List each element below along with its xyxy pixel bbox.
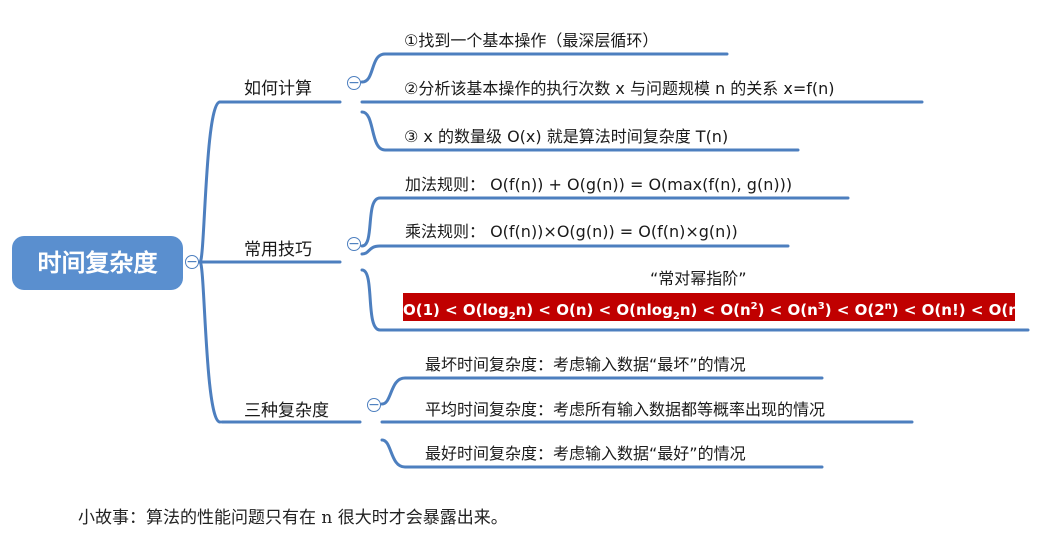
connector-root-calc	[198, 100, 222, 264]
worst-case[interactable]: 最坏时间复杂度：考虑输入数据“最坏”的情况	[425, 351, 746, 375]
order-sub: 2	[672, 311, 680, 322]
collapse-tips-icon[interactable]: −	[347, 237, 361, 251]
order-part: n) < O(n	[679, 301, 751, 319]
branch-three-complexities[interactable]: 三种复杂度	[244, 396, 329, 421]
multiplication-rule[interactable]: 乘法规则： O(f(n))×O(g(n)) = O(f(n)×g(n))	[405, 218, 738, 242]
story-note: 小故事：算法的性能问题只有在 n 很大时才会暴露出来。	[78, 508, 508, 528]
best-case[interactable]: 最好时间复杂度：考虑输入数据“最好”的情况	[425, 440, 746, 464]
complexity-order-highlight[interactable]: O(1) < O(log2n) < O(n) < O(nlog2n) < O(n…	[403, 293, 1033, 322]
branch-common-tips[interactable]: 常用技巧	[244, 235, 312, 260]
order-part: ) < O(n!) < O(n	[891, 301, 1019, 319]
order-part: O(1) < O(log	[403, 301, 509, 319]
calc-step-3[interactable]: ③ x 的数量级 O(x) 就是算法时间复杂度 T(n)	[404, 123, 728, 147]
branch-how-to-calc[interactable]: 如何计算	[244, 74, 312, 99]
root-node[interactable]: 时间复杂度	[12, 236, 183, 290]
average-case[interactable]: 平均时间复杂度：考虑所有输入数据都等概率出现的情况	[425, 396, 825, 420]
order-sup: 3	[817, 301, 825, 312]
root-collapse-icon[interactable]: −	[185, 255, 199, 269]
order-part: )	[1026, 301, 1033, 319]
calc-step-1[interactable]: ①找到一个基本操作（最深层循环）	[404, 27, 658, 51]
mind-map: 时间复杂度 − 如何计算 − ①找到一个基本操作（最深层循环） ②分析该基本操作…	[0, 0, 1040, 537]
order-sup: 2	[750, 301, 758, 312]
order-part: n) < O(n) < O(nlog	[515, 301, 673, 319]
calc-step-2[interactable]: ②分析该基本操作的执行次数 x 与问题规模 n 的关系 x=f(n)	[404, 75, 835, 99]
order-part: ) < O(n	[757, 301, 818, 319]
mnemonic-label: “常对幂指阶”	[650, 269, 747, 288]
order-sup: n	[1018, 301, 1027, 312]
connector-root-three	[198, 260, 222, 424]
addition-rule[interactable]: 加法规则： O(f(n)) + O(g(n)) = O(max(f(n), g(…	[405, 171, 792, 195]
order-sub: 2	[508, 311, 516, 322]
underline-tips-2	[360, 244, 790, 256]
order-part: ) < O(2	[824, 301, 885, 319]
collapse-calc-icon[interactable]: −	[347, 76, 361, 90]
collapse-three-icon[interactable]: −	[367, 398, 381, 412]
order-sup: n	[884, 301, 892, 312]
